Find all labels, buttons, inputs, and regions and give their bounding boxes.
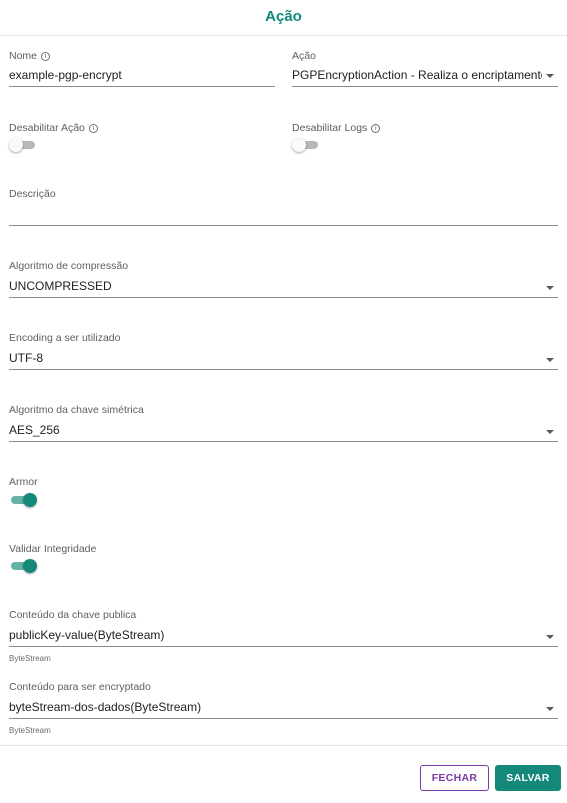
descricao-input[interactable] (9, 208, 558, 224)
desabilitar-logs-toggle[interactable] (292, 138, 320, 152)
validar-integridade-label: Validar Integridade (9, 543, 97, 555)
conteudo-encryptado-select[interactable]: byteStream-dos-dados(ByteStream) (9, 700, 542, 714)
toggle-thumb (292, 138, 306, 152)
toggle-thumb (23, 493, 37, 507)
desabilitar-acao-toggle[interactable] (9, 138, 37, 152)
validar-integridade-toggle[interactable] (9, 559, 37, 573)
nome-label-text: Nome (9, 50, 38, 62)
algoritmo-compressao-field: Algoritmo de compressão UNCOMPRESSED (9, 260, 558, 300)
algoritmo-compressao-label: Algoritmo de compressão (9, 260, 129, 272)
conteudo-encryptado-underline (9, 718, 558, 719)
info-icon[interactable]: i (41, 51, 51, 61)
desabilitar-logs-label: Desabilitar Logs i (292, 122, 492, 134)
algoritmo-chave-field: Algoritmo da chave simétrica AES_256 (9, 404, 558, 444)
encoding-label: Encoding a ser utilizado (9, 332, 121, 344)
desabilitar-acao-label: Desabilitar Ação i (9, 122, 209, 134)
chevron-down-icon[interactable] (546, 358, 554, 362)
chave-publica-field: Conteúdo da chave publica publicKey-valu… (9, 609, 558, 665)
algoritmo-chave-label: Algoritmo da chave simétrica (9, 404, 144, 416)
armor-field: Armor (9, 476, 209, 490)
desabilitar-logs-field: Desabilitar Logs i (292, 122, 492, 154)
algoritmo-compressao-underline (9, 297, 558, 298)
encoding-select[interactable]: UTF-8 (9, 351, 542, 365)
nome-input[interactable]: example-pgp-encrypt (9, 68, 275, 82)
acao-select[interactable]: PGPEncryptionAction - Realiza o encripta… (292, 68, 542, 82)
conteudo-encryptado-label: Conteúdo para ser encryptado (9, 681, 151, 693)
chevron-down-icon[interactable] (546, 74, 554, 78)
chevron-down-icon[interactable] (546, 286, 554, 290)
dialog-header: Ação (0, 0, 567, 36)
descricao-label: Descrição (9, 188, 56, 200)
descricao-field: Descrição (9, 188, 558, 228)
info-icon[interactable]: i (88, 123, 98, 133)
conteudo-encryptado-hint: ByteStream (9, 726, 51, 735)
desabilitar-acao-field: Desabilitar Ação i (9, 122, 209, 154)
chevron-down-icon[interactable] (546, 430, 554, 434)
armor-toggle[interactable] (9, 493, 37, 507)
algoritmo-chave-select[interactable]: AES_256 (9, 423, 542, 437)
descricao-underline (9, 225, 558, 226)
toggle-thumb (23, 559, 37, 573)
algoritmo-chave-underline (9, 441, 558, 442)
dialog-title: Ação (265, 8, 302, 25)
salvar-button[interactable]: SALVAR (495, 765, 561, 791)
chevron-down-icon[interactable] (546, 707, 554, 711)
acao-underline (292, 86, 558, 87)
algoritmo-compressao-select[interactable]: UNCOMPRESSED (9, 279, 542, 293)
desabilitar-acao-label-text: Desabilitar Ação (9, 122, 85, 134)
acao-label: Ação (292, 50, 316, 62)
nome-label: Nome i (9, 50, 275, 62)
fechar-button[interactable]: FECHAR (420, 765, 489, 791)
conteudo-encryptado-field: Conteúdo para ser encryptado byteStream-… (9, 681, 558, 737)
chave-publica-hint: ByteStream (9, 654, 51, 663)
toggle-thumb (9, 138, 23, 152)
chave-publica-underline (9, 646, 558, 647)
encoding-field: Encoding a ser utilizado UTF-8 (9, 332, 558, 372)
acao-field: Ação PGPEncryptionAction - Realiza o enc… (292, 50, 558, 88)
chave-publica-label: Conteúdo da chave publica (9, 609, 137, 621)
chave-publica-select[interactable]: publicKey-value(ByteStream) (9, 628, 542, 642)
chevron-down-icon[interactable] (546, 635, 554, 639)
nome-field: Nome i example-pgp-encrypt (9, 50, 275, 88)
nome-underline (9, 86, 275, 87)
dialog-footer-divider (0, 745, 567, 746)
armor-label: Armor (9, 476, 38, 488)
validar-integridade-field: Validar Integridade (9, 543, 209, 557)
encoding-underline (9, 369, 558, 370)
desabilitar-logs-label-text: Desabilitar Logs (292, 122, 368, 134)
info-icon[interactable]: i (371, 123, 381, 133)
